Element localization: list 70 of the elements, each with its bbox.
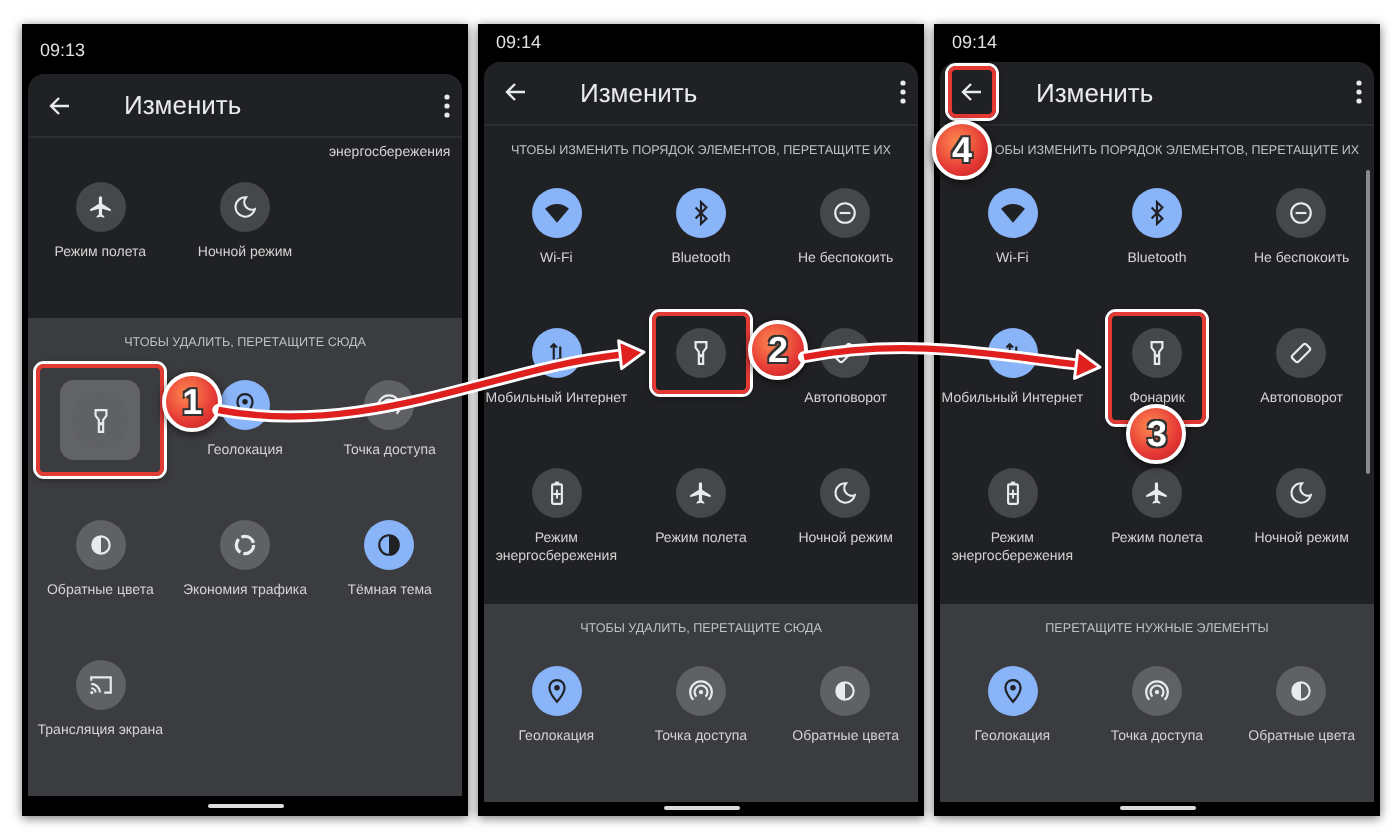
tile-button[interactable] <box>820 665 871 716</box>
contrast-icon <box>376 532 403 558</box>
more-icon[interactable] <box>900 80 906 105</box>
hotspot-icon <box>376 392 403 418</box>
half-circle-icon <box>87 532 114 558</box>
airplane-icon <box>1143 479 1170 506</box>
tile-button[interactable] <box>531 665 582 716</box>
location-pin-icon <box>543 677 570 704</box>
tile-button[interactable] <box>987 467 1038 518</box>
step-badge: 2 <box>747 319 808 380</box>
status-time: 09:13 <box>40 39 86 59</box>
home-indicator[interactable] <box>1119 806 1195 811</box>
tile-button[interactable] <box>820 187 871 238</box>
tile-button[interactable] <box>1276 187 1327 238</box>
tile-button[interactable] <box>675 665 726 716</box>
dragged-tile[interactable] <box>60 380 141 460</box>
scrollbar[interactable] <box>1366 169 1370 474</box>
tile-button[interactable] <box>1131 187 1182 238</box>
half-circle-icon <box>1288 677 1315 704</box>
rotate-icon <box>1288 339 1315 366</box>
tile-button[interactable] <box>531 467 582 518</box>
tile-button[interactable] <box>1131 327 1182 378</box>
half-circle-icon <box>832 677 859 704</box>
airplane-icon <box>687 479 714 506</box>
hotspot-icon <box>1143 677 1170 704</box>
step-badge: 4 <box>932 120 992 181</box>
airplane-icon <box>87 194 114 220</box>
back-arrow-icon <box>504 80 528 105</box>
more-icon[interactable] <box>1356 80 1362 105</box>
tile-button[interactable] <box>675 327 726 378</box>
minus-circle-icon <box>1288 199 1315 226</box>
screen-title: Изменить <box>1036 77 1154 108</box>
tile-button[interactable] <box>987 665 1038 716</box>
cast-icon <box>87 672 114 698</box>
tile-button[interactable] <box>820 467 871 518</box>
hotspot-icon <box>687 677 714 704</box>
tile-button[interactable] <box>364 520 415 570</box>
tile-button[interactable] <box>675 187 726 238</box>
tile-button[interactable] <box>1276 327 1327 378</box>
moon-icon <box>832 479 859 506</box>
back-arrow-icon <box>960 80 984 105</box>
step-badge: 3 <box>1126 403 1187 464</box>
more-icon[interactable] <box>444 93 450 117</box>
home-indicator[interactable] <box>663 806 739 811</box>
status-time: 09:14 <box>952 32 998 53</box>
ring-icon <box>231 532 258 558</box>
wifi-icon <box>999 199 1026 226</box>
tile-button[interactable] <box>75 520 126 570</box>
back-button[interactable] <box>948 66 996 119</box>
minus-circle-icon <box>832 199 859 226</box>
tile-button[interactable] <box>1131 467 1182 518</box>
tile-button[interactable] <box>1131 665 1182 716</box>
back-arrow-icon <box>48 93 72 117</box>
tile-button[interactable] <box>219 182 270 232</box>
moon-icon <box>231 194 258 220</box>
moon-icon <box>1288 479 1315 506</box>
step-badge: 1 <box>162 372 223 432</box>
tile-button[interactable] <box>531 187 582 238</box>
location-pin-icon <box>999 677 1026 704</box>
tile-button[interactable] <box>1276 467 1327 518</box>
tile-button[interactable] <box>75 660 126 710</box>
tile-button[interactable] <box>219 520 270 570</box>
tile-button[interactable] <box>987 187 1038 238</box>
tile-button[interactable] <box>1276 665 1327 716</box>
wifi-icon <box>543 199 570 226</box>
status-time: 09:14 <box>496 32 542 53</box>
tile-button[interactable] <box>75 182 126 232</box>
tile-button[interactable] <box>675 467 726 518</box>
screen-title: Изменить <box>580 77 698 108</box>
screen-title: Изменить <box>124 90 242 120</box>
